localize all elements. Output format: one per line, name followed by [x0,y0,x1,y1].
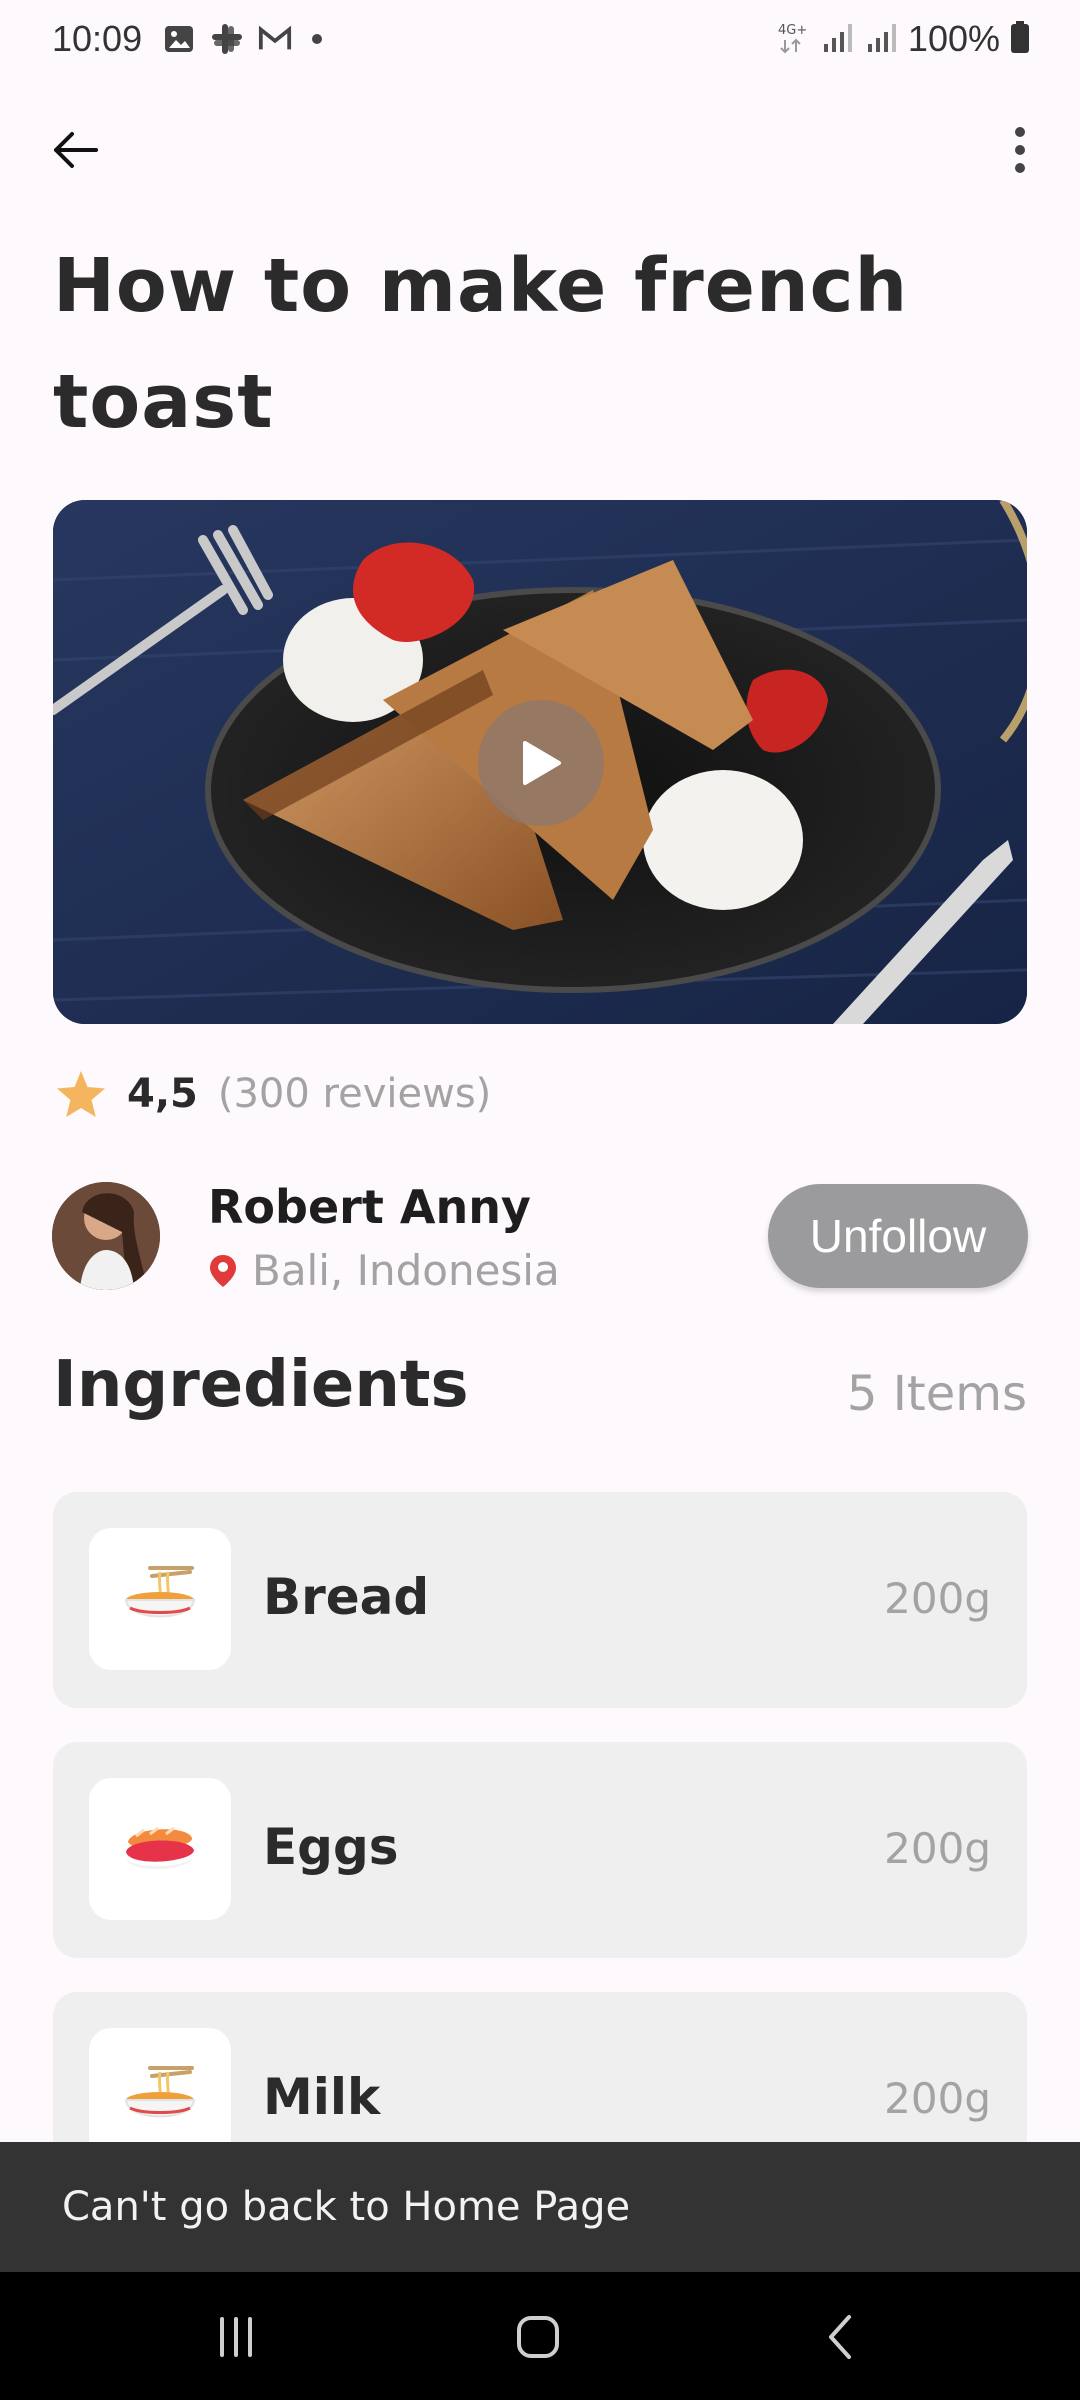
rating-row: 4,5 (300 reviews) [55,1064,491,1124]
ingredient-name: Milk [263,2068,381,2126]
recipe-title: How to make french toast [53,243,909,445]
ingredients-title: Ingredients [53,1348,469,1422]
play-button[interactable] [478,700,604,826]
battery-icon [1010,20,1030,58]
ingredient-quantity: 200g [884,1824,991,1873]
ingredients-list: Bread 200g Eggs 200g Milk 200g [53,1492,1027,2242]
system-nav-bar [0,2272,1080,2400]
back-button[interactable] [40,120,110,180]
signal-icon [820,20,854,58]
list-item[interactable]: Eggs 200g [53,1742,1027,1958]
battery-percent: 100% [907,18,1000,59]
gmail-icon [258,22,292,56]
arrow-left-icon [54,132,98,168]
ingredients-count: 5 Items [846,1366,1027,1422]
play-icon [523,741,561,785]
network-4g-icon: 4G+ [776,20,810,58]
snackbar-message: Can't go back to Home Page [62,2184,631,2230]
home-icon [517,2316,559,2358]
svg-text:4G+: 4G+ [778,23,807,38]
item-thumbnail [89,1528,231,1670]
review-count: (300 reviews) [217,1071,492,1117]
noodle-bowl-icon [124,2066,196,2118]
ingredients-header: Ingredients 5 Items [53,1348,1027,1438]
item-thumbnail [89,1778,231,1920]
system-icons: 4G+ 100% [776,18,1030,60]
author-row: Robert Anny Bali, Indonesia Unfollow [52,1180,1028,1295]
sushi-icon [126,1826,194,1870]
more-vert-icon [1015,127,1025,173]
signal-icon [864,20,898,58]
notification-icons [162,22,322,56]
status-bar: 10:09 4G+ 100% [0,0,1080,80]
recent-apps-icon [220,2317,252,2357]
noodle-bowl-icon [124,1566,196,1618]
more-options-button[interactable] [990,120,1050,180]
app-bar [0,110,1080,190]
author-name[interactable]: Robert Anny [208,1180,531,1234]
rating-value: 4,5 [127,1071,198,1117]
home-button[interactable] [488,2302,588,2372]
ingredient-quantity: 200g [884,2074,991,2123]
author-location-text: Bali, Indonesia [252,1246,560,1295]
snackbar: Can't go back to Home Page [0,2142,1080,2272]
recent-apps-button[interactable] [186,2302,286,2372]
list-item[interactable]: Bread 200g [53,1492,1027,1708]
ingredient-name: Eggs [263,1818,399,1876]
slack-icon [210,22,244,56]
author-location: Bali, Indonesia [208,1246,560,1295]
ingredient-name: Bread [263,1568,430,1626]
status-time: 10:09 [52,18,143,59]
chevron-left-icon [829,2315,851,2359]
dot-icon [312,34,322,44]
ingredient-quantity: 200g [884,1574,991,1623]
recipe-video-thumbnail[interactable] [53,500,1027,1024]
star-icon [57,1071,105,1117]
avatar[interactable] [52,1182,160,1290]
image-icon [162,22,196,56]
location-pin-icon [210,1254,236,1287]
back-nav-button[interactable] [790,2302,890,2372]
unfollow-button[interactable]: Unfollow [768,1184,1028,1288]
